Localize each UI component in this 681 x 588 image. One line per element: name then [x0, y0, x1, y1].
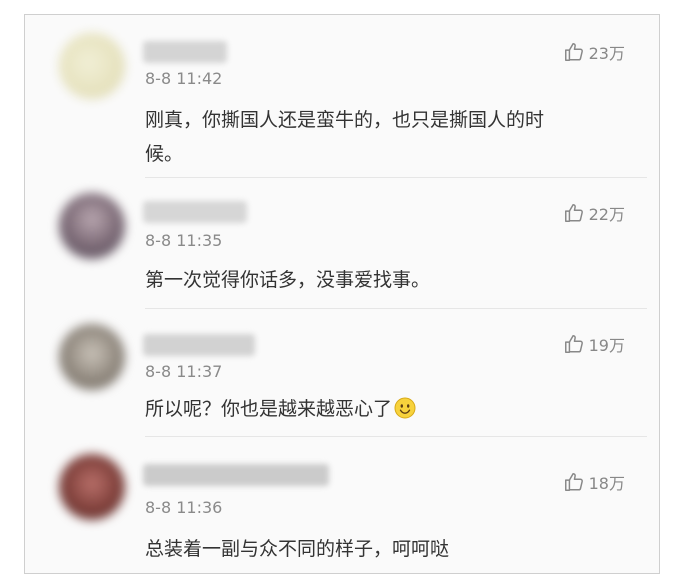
- comment-text-content: 所以呢？你也是越来越恶心了: [145, 398, 393, 420]
- thumbs-up-icon: [563, 202, 585, 224]
- comment-item: 8-8 11:37 19万 所以呢？你也是越来越恶心了: [25, 308, 659, 436]
- username-blurred[interactable]: [143, 334, 255, 356]
- like-count: 22万: [588, 205, 625, 224]
- like-button[interactable]: 22万: [563, 201, 625, 225]
- comment-text: 总装着一副与众不同的样子，呵呵哒: [145, 538, 450, 560]
- comment-item: 8-8 11:36 18万 总装着一副与众不同的样子，呵呵哒: [25, 436, 659, 574]
- avatar[interactable]: [59, 33, 125, 99]
- comment-time: 8-8 11:36: [145, 498, 223, 517]
- thumbs-up-icon: [563, 41, 585, 63]
- comment-time: 8-8 11:42: [145, 69, 223, 88]
- comment-text: 第一次觉得你话多，没事爱找事。: [145, 269, 431, 291]
- like-count: 18万: [588, 474, 625, 493]
- comment-list: 8-8 11:42 23万 刚真，你撕国人还是蛮牛的，也只是撕国人的时 候。 8…: [24, 14, 660, 574]
- comment-text-line: 刚真，你撕国人还是蛮牛的，也只是撕国人的时: [145, 109, 545, 131]
- thumbs-up-icon: [563, 333, 585, 355]
- username-blurred[interactable]: [143, 41, 227, 63]
- like-button[interactable]: 18万: [563, 470, 625, 494]
- avatar[interactable]: [59, 454, 125, 520]
- avatar[interactable]: [59, 324, 125, 390]
- username-blurred[interactable]: [143, 201, 247, 223]
- like-button[interactable]: 19万: [563, 332, 625, 356]
- comment-time: 8-8 11:35: [145, 231, 223, 250]
- like-count: 19万: [588, 336, 625, 355]
- comment-text-line: 候。: [145, 143, 184, 165]
- like-button[interactable]: 23万: [563, 40, 625, 64]
- comment-item: 8-8 11:35 22万 第一次觉得你话多，没事爱找事。: [25, 177, 659, 307]
- comment-item: 8-8 11:42 23万 刚真，你撕国人还是蛮牛的，也只是撕国人的时 候。: [25, 15, 659, 177]
- like-count: 23万: [588, 44, 625, 63]
- username-blurred[interactable]: [143, 464, 329, 486]
- thumbs-up-icon: [563, 471, 585, 493]
- avatar[interactable]: [59, 193, 125, 259]
- comment-time: 8-8 11:37: [145, 362, 223, 381]
- smiley-face-icon: [394, 396, 416, 419]
- comment-text: 刚真，你撕国人还是蛮牛的，也只是撕国人的时 候。: [145, 103, 625, 171]
- comment-text: 所以呢？你也是越来越恶心了: [145, 392, 625, 426]
